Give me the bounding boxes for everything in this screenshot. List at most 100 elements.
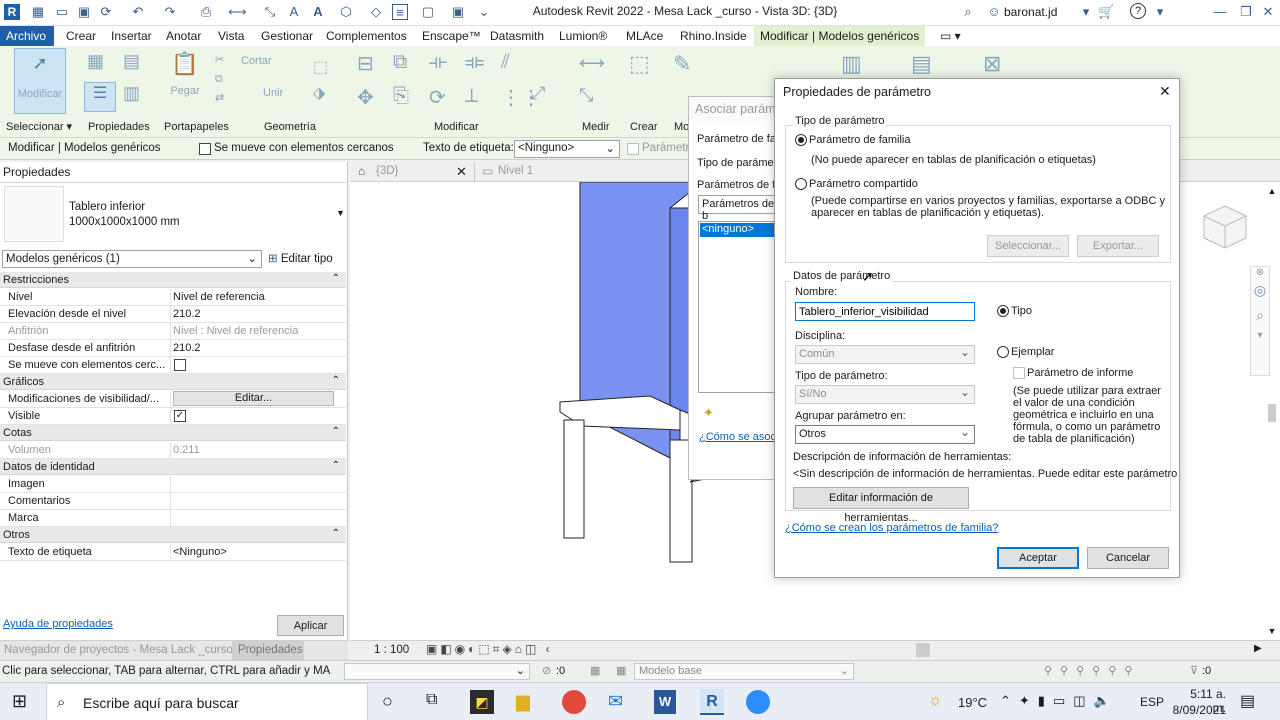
language-indicator[interactable]: ESP (1140, 695, 1164, 709)
match-icon[interactable]: ⇄ (214, 90, 225, 105)
notifications-icon[interactable]: ▤ (1240, 691, 1255, 711)
tab-nivel-1[interactable]: Nivel 1 (498, 165, 533, 177)
properties-button[interactable]: ☰ (84, 82, 116, 112)
property-row[interactable]: Se mueve con elementos cerc... (0, 357, 346, 374)
property-row[interactable]: Desfase desde el anfitrión 210.2 (0, 340, 346, 357)
restore-icon[interactable]: ❐ (1238, 4, 1254, 20)
tab-datasmith[interactable]: Datasmith (484, 26, 550, 46)
properties-scrollbar[interactable] (336, 290, 345, 590)
edit-family-icon[interactable]: ✎ (672, 50, 692, 78)
export-button[interactable]: Exportar... (1077, 235, 1159, 257)
open-icon[interactable]: ▭ (54, 4, 70, 20)
3d-view-icon[interactable]: ⬡ (338, 4, 354, 20)
ribbon-minimize-icon[interactable]: ▭ ▾ (934, 26, 967, 46)
family-category-icon[interactable]: ▥ (122, 82, 150, 108)
filter-icon[interactable]: ⊘ (542, 664, 551, 677)
temperature[interactable]: 19°C (958, 695, 987, 710)
property-row[interactable]: Nivel Nivel de referencia (0, 289, 346, 306)
scroll-thumb[interactable] (1268, 404, 1276, 422)
print-icon[interactable]: ⎙ (198, 4, 214, 20)
geometry-join-icon[interactable]: ⬗ (312, 82, 326, 104)
type-selector-dropdown-icon[interactable]: ▼ (336, 208, 345, 218)
property-category[interactable]: Datos de identidad ⌃ (0, 459, 346, 475)
cut-label[interactable]: Cortar (240, 54, 273, 68)
instance-filter-select[interactable]: Modelos genéricos (1) ⌄ (2, 250, 262, 268)
collapse-icon[interactable]: ⌃ (332, 273, 340, 284)
section-icon[interactable]: ◇ (368, 4, 384, 20)
cut-icon[interactable]: ✂ (214, 52, 225, 67)
mirror-icon[interactable]: ⟛ (428, 50, 448, 75)
property-value[interactable]: <Ninguno> (170, 544, 336, 560)
property-category[interactable]: Otros ⌃ (0, 527, 346, 543)
scroll-right-icon[interactable]: ▶ (1254, 643, 1262, 654)
property-category[interactable]: Restricciones ⌃ (0, 272, 346, 288)
properties-help-link[interactable]: Ayuda de propiedades (3, 618, 113, 630)
sync-icon[interactable]: ⟳ (98, 4, 114, 20)
close-hidden-icon[interactable]: ▢ (420, 4, 436, 20)
rotate-icon[interactable]: ⟳ (428, 84, 447, 111)
tab-rhino-inside[interactable]: Rhino.Inside (674, 26, 753, 46)
tab-properties[interactable]: Propiedades (232, 641, 304, 660)
label-text-select[interactable]: <Ninguno> ⌄ (514, 140, 620, 158)
close-window-icon[interactable]: ✕ (1260, 4, 1276, 20)
property-row[interactable]: Anfitrión Nivel : Nivel de referencia (0, 323, 346, 340)
horizontal-scroll-thumb[interactable] (916, 643, 930, 657)
edit-tooltip-button[interactable]: Editar información de herramientas... (793, 487, 969, 524)
design-option-select[interactable]: Modelo base ⌄ (634, 663, 854, 680)
selection-options-icons[interactable]: ⚲⚲⚲⚲⚲⚲ (1044, 664, 1140, 677)
property-row[interactable]: Texto de etiqueta <Ninguno> (0, 544, 346, 561)
redo-icon[interactable]: ↷ (162, 4, 178, 20)
windows-start-icon[interactable]: ⊞ (12, 691, 27, 712)
task-view-icon[interactable]: ⧉ (426, 691, 437, 709)
moves-with-checkbox[interactable] (174, 359, 186, 371)
group-seleccionar[interactable]: Seleccionar ▾ (6, 120, 72, 133)
zoom-app-icon[interactable] (746, 690, 770, 714)
binoculars-icon[interactable]: ⌕ (960, 4, 976, 20)
property-row[interactable]: Marca (0, 510, 346, 527)
tab-complementos[interactable]: Complementos (320, 26, 413, 46)
align-icon[interactable]: ⊟ (356, 50, 375, 77)
cortana-icon[interactable]: ○ (382, 691, 393, 712)
file-explorer-icon[interactable]: ▆ (516, 691, 530, 712)
text-icon[interactable]: A (310, 4, 326, 20)
trim-icon[interactable]: ⟂ (464, 84, 479, 109)
tab-gestionar[interactable]: Gestionar (255, 26, 319, 46)
view-cube[interactable] (1200, 202, 1250, 252)
help-dropdown-icon[interactable]: ▾ (1152, 4, 1168, 20)
visible-checkbox[interactable]: ✓ (174, 410, 186, 422)
family-types-icon[interactable]: ▤ (122, 50, 150, 76)
tab-3d[interactable]: {3D} (376, 165, 398, 177)
clock-date[interactable]: 8/09/2021 (1168, 703, 1226, 717)
close-icon[interactable]: ✕ (1159, 83, 1171, 100)
property-value[interactable] (170, 476, 336, 492)
name-input[interactable] (795, 302, 975, 321)
user-dropdown-icon[interactable]: ▾ (1078, 4, 1094, 20)
chrome-icon[interactable] (562, 690, 586, 714)
weather-icon[interactable]: ☼ (928, 692, 943, 710)
property-value[interactable]: Nivel : Nivel de referencia (170, 323, 336, 339)
tab-mlace[interactable]: MLAce (620, 26, 669, 46)
copy-element-icon[interactable]: ⎘ (392, 84, 410, 109)
copy-icon[interactable]: ⧉ (214, 72, 224, 87)
mail-icon[interactable]: ✉ (608, 691, 623, 712)
ejemplar-radio[interactable] (997, 346, 1009, 358)
type-properties-icon[interactable]: ▦ (86, 50, 114, 76)
new-parameter-icon[interactable]: ✦ (703, 405, 714, 421)
sticky-notes-icon[interactable]: ◩ (470, 690, 494, 714)
select-filter-icon[interactable]: ⊽ (1190, 664, 1198, 677)
measure-ribbon-icon[interactable]: ⟷ (578, 52, 606, 75)
load-close-icon[interactable]: ▤ (910, 50, 933, 78)
scroll-up-icon[interactable]: ▲ (1266, 186, 1278, 196)
measure-icon[interactable]: ⟷ (228, 4, 247, 20)
property-value[interactable]: 0.211 (170, 442, 336, 458)
shared-param-radio[interactable] (795, 178, 807, 190)
undo-icon[interactable]: ↶ (130, 4, 146, 20)
param-checkbox[interactable] (627, 143, 639, 155)
property-category[interactable]: Gráficos ⌃ (0, 374, 346, 390)
minimize-icon[interactable]: — (1212, 4, 1228, 20)
word-icon[interactable]: W (654, 690, 676, 714)
move-icon[interactable]: ✥ (356, 84, 375, 111)
param-type-select[interactable]: Sí/No (795, 385, 975, 404)
tab-project-browser[interactable]: Navegador de proyectos - Mesa Lack _curs… (4, 644, 233, 656)
mirror-axis-icon[interactable]: ⟚ (464, 50, 485, 75)
